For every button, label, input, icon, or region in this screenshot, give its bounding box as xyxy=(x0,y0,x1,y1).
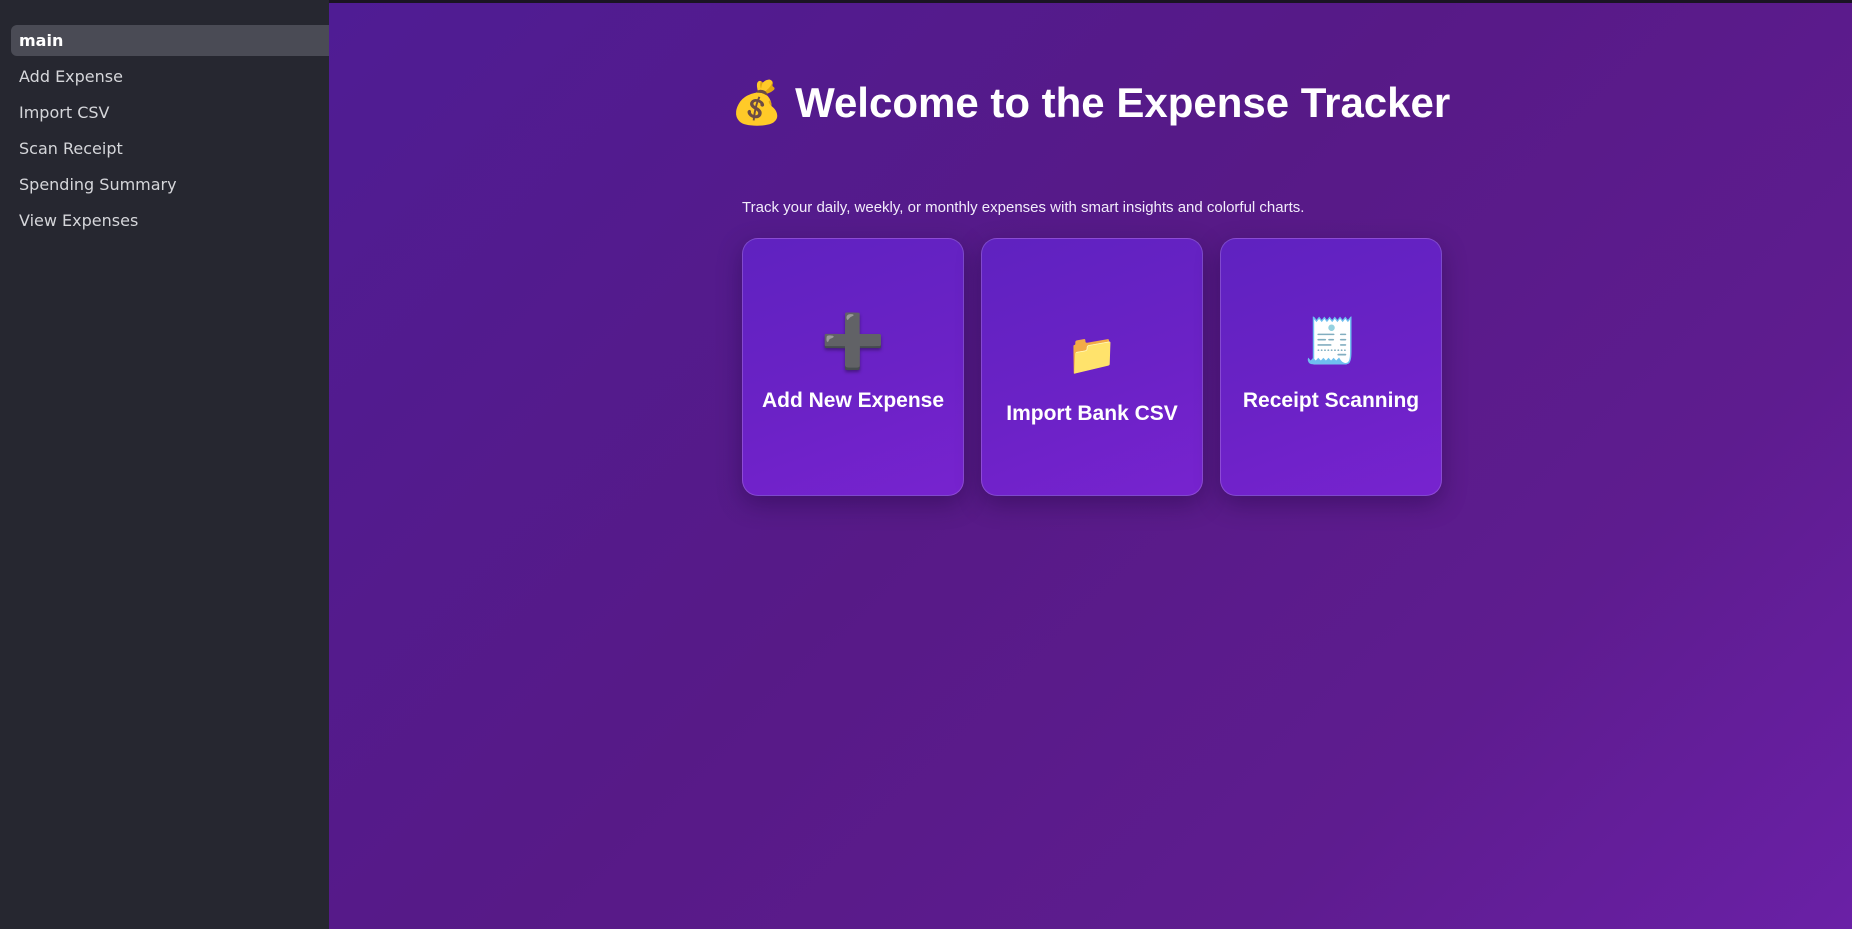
import-csv-card[interactable]: 📁 Import Bank CSV xyxy=(981,238,1203,496)
page-title-text: Welcome to the Expense Tracker xyxy=(795,79,1451,126)
sidebar-item-add-expense[interactable]: Add Expense xyxy=(11,61,329,92)
page-subtitle: Track your daily, weekly, or monthly exp… xyxy=(742,199,1305,216)
top-border xyxy=(329,0,1852,3)
feature-cards: ➕ Add New Expense 📁 Import Bank CSV 🧾 Re… xyxy=(742,238,1442,496)
sidebar-item-main[interactable]: main xyxy=(11,25,329,56)
sidebar-item-view-expenses[interactable]: View Expenses xyxy=(11,205,329,236)
folder-icon: 📁 xyxy=(1067,332,1117,378)
receipt-icon: 🧾 xyxy=(1303,316,1359,367)
sidebar-item-scan-receipt[interactable]: Scan Receipt xyxy=(11,133,329,164)
sidebar-item-import-csv[interactable]: Import CSV xyxy=(11,97,329,128)
card-label: Receipt Scanning xyxy=(1242,389,1420,412)
sidebar-item-spending-summary[interactable]: Spending Summary xyxy=(11,169,329,200)
plus-icon: ➕ xyxy=(820,312,886,372)
app-window: main Add Expense Import CSV Scan Receipt… xyxy=(0,0,1852,929)
add-expense-card[interactable]: ➕ Add New Expense xyxy=(742,238,964,496)
card-label: Import Bank CSV xyxy=(1006,402,1178,425)
receipt-scanning-card[interactable]: 🧾 Receipt Scanning xyxy=(1220,238,1442,496)
sidebar: main Add Expense Import CSV Scan Receipt… xyxy=(0,0,329,929)
page-title: 💰 Welcome to the Expense Tracker xyxy=(329,75,1852,131)
main-content: 💰 Welcome to the Expense Tracker Track yo… xyxy=(329,0,1852,929)
card-label: Add New Expense xyxy=(761,389,945,412)
money-bag-icon: 💰 xyxy=(730,79,784,126)
